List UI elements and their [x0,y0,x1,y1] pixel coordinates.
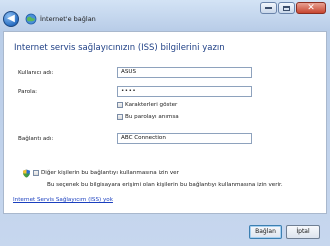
window-title: İnternet'e bağlan [40,15,96,23]
back-button[interactable]: ◀ [3,11,19,27]
connection-name-field[interactable]: ABC Connection [117,133,252,144]
content-panel: Internet servis sağlayıcınızın (ISS) bil… [3,31,327,214]
close-button[interactable]: ✕ [296,2,326,14]
username-field[interactable]: ASUS [117,67,252,78]
minimize-icon [265,7,272,9]
maximize-icon [283,5,290,11]
network-globe-icon [25,13,37,25]
username-label: Kullanıcı adı: [18,70,54,76]
minimize-button[interactable] [260,2,277,14]
allow-others-label: Diğer kişilerin bu bağlantıyı kullanması… [41,170,179,176]
password-label: Parola: [18,89,38,95]
checkbox-box[interactable] [33,170,39,176]
checkbox-box[interactable] [117,102,123,108]
show-characters-label: Karakterleri göster [125,102,178,108]
show-characters-checkbox[interactable]: Karakterleri göster [117,102,177,108]
connect-to-internet-dialog: ✕ ◀ İnternet'e bağlan Internet servis sa… [0,0,330,246]
connection-name-label: Bağlantı adı: [18,136,54,142]
window-controls: ✕ [260,2,326,14]
cancel-button[interactable]: İptal [286,225,320,239]
allow-others-description: Bu seçenek bu bilgisayara erişimi olan k… [47,182,283,188]
password-field[interactable]: •••• [117,86,252,97]
wizard-header: ◀ İnternet'e bağlan [3,10,96,28]
connect-button[interactable]: Bağlan [249,225,282,239]
remember-password-label: Bu parolayı anımsa [125,114,179,120]
maximize-button[interactable] [278,2,295,14]
page-heading: Internet servis sağlayıcınızın (ISS) bil… [14,43,225,53]
allow-others-checkbox[interactable]: Diğer kişilerin bu bağlantıyı kullanması… [33,170,179,176]
back-arrow-icon: ◀ [7,13,15,24]
remember-password-checkbox[interactable]: Bu parolayı anımsa [117,114,179,120]
uac-shield-icon [22,169,31,178]
no-isp-link[interactable]: Internet Servis Sağlayıcım (ISS) yok [13,197,113,203]
checkbox-box[interactable] [117,114,123,120]
close-icon: ✕ [307,2,315,13]
